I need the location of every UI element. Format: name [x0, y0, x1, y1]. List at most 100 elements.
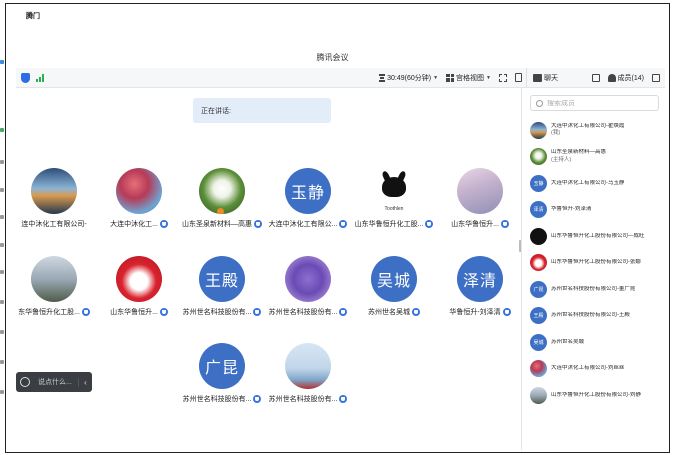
search-icon [536, 99, 543, 107]
member-role: (主持人) [551, 156, 572, 163]
participant-avatar [285, 343, 331, 389]
member-search-input[interactable] [547, 99, 647, 107]
chat-input-placeholder[interactable]: 说点什么... [38, 377, 78, 387]
participant-tile[interactable]: Toothlen 山东华鲁恒升化工股... [352, 168, 436, 229]
dragon-image [382, 177, 406, 197]
network-signal-icon[interactable] [36, 73, 44, 82]
participant-tile[interactable]: 大连中沐化工... [97, 168, 181, 229]
view-switch-button[interactable]: 宫格视图 ▼ [446, 73, 491, 83]
verified-shield-icon [253, 395, 262, 403]
participant-name: 东华鲁恒升化工股... [18, 309, 80, 316]
meeting-toolbar: 30:49(60分钟) ▼ 宫格视图 ▼ 聊天 成员(14) [16, 68, 665, 88]
participant-name: 大连中沐化工有限公... [268, 221, 338, 228]
member-name: 苏州世名科技股份有限公司-王殿 [551, 312, 630, 319]
speaking-indicator: 正在讲话: [193, 98, 331, 123]
member-row[interactable]: 吴城 苏州世名吴城 [522, 329, 665, 356]
hourglass-icon [379, 73, 386, 82]
member-row[interactable]: 山东华鲁恒升化工股份有限公司—成旺 [522, 223, 665, 250]
member-avatar [530, 121, 547, 139]
participant-name-row: 山东华鲁恒升化工股... [352, 219, 436, 229]
popout-members-icon[interactable] [652, 73, 660, 82]
member-search[interactable] [530, 95, 659, 111]
participant-avatar: 泽清 [457, 256, 503, 302]
participant-tile[interactable]: 泽清华鲁恒升-刘泽清 [438, 256, 522, 317]
participant-tile[interactable]: 王殿 苏州世名科技股份有... [180, 256, 264, 317]
member-name: 华鲁恒升-刘泽清 [551, 206, 592, 213]
participant-tile[interactable]: 吴城 苏州世名吴城 [352, 256, 436, 317]
view-label: 宫格视图 [456, 74, 485, 82]
participant-avatar [116, 256, 162, 302]
verified-shield-icon [502, 308, 511, 316]
member-row[interactable]: 广昆 苏州世名科技股份有限公司-董广昆 [522, 276, 665, 303]
participant-tile[interactable]: 东华鲁恒升化工股... [12, 256, 96, 317]
meeting-timer[interactable]: 30:49(60分钟) ▼ [379, 73, 438, 83]
participant-avatar: Toothlen [371, 168, 417, 214]
member-row[interactable]: 山东圣泉新材料—高惠 (主持人) [522, 144, 665, 171]
member-row[interactable]: 泽清 华鲁恒升-刘泽清 [522, 197, 665, 224]
participant-name-row: 苏州世名科技股份有... [266, 394, 350, 404]
member-info: 苏州世名科技股份有限公司-王殿 [551, 312, 630, 319]
speaking-label: 正在讲话: [201, 107, 231, 115]
member-avatar [530, 227, 547, 245]
participant-name: 苏州世名吴城 [368, 309, 410, 316]
verified-shield-icon [159, 220, 168, 228]
side-panel-icon[interactable] [515, 73, 522, 82]
participant-tile[interactable]: 山东华鲁恒升... [438, 168, 522, 229]
participant-avatar [285, 256, 331, 302]
participant-tile[interactable]: 山东华鲁恒升... [97, 256, 181, 317]
members-tab[interactable]: 成员(14) [607, 73, 644, 83]
popout-chat-icon[interactable] [591, 73, 600, 82]
host-badge-icon [217, 208, 224, 214]
participant-name-row: 山东圣泉新材料—高惠 [180, 219, 264, 229]
participant-avatar: 广昆 [199, 343, 245, 389]
participant-tile[interactable]: 广昆 苏州世名科技股份有... [180, 343, 264, 404]
participant-name: 山东华鲁恒升... [110, 309, 158, 316]
participant-name-row: 东华鲁恒升化工股... [12, 307, 96, 317]
participant-name-row: 华鲁恒升-刘泽清 [438, 307, 522, 317]
member-row[interactable]: 大连中沐化工有限公司-翟焕霞 (我) [522, 117, 665, 144]
chat-input-bubble[interactable]: 说点什么... ‹ [16, 372, 92, 392]
member-row[interactable]: 王殿 苏州世名科技股份有限公司-王殿 [522, 303, 665, 330]
members-label: 成员(14) [617, 74, 644, 82]
chevron-down-icon: ▼ [433, 74, 439, 81]
member-row[interactable]: 玉静 大连中沐化工有限公司-马玉静 [522, 170, 665, 197]
member-name: 山东华鲁恒升化工股份有限公司—成旺 [551, 232, 645, 239]
member-row[interactable]: 山东华鲁恒升化工股份有限公司-刘静 [522, 382, 665, 409]
member-name: 苏州世名吴城 [551, 338, 585, 345]
fullscreen-icon[interactable] [499, 73, 507, 82]
participant-tile[interactable]: 山东圣泉新材料—高惠 [180, 168, 264, 229]
participant-avatar [116, 168, 162, 214]
participant-avatar [31, 256, 77, 302]
participant-tile[interactable]: 苏州世名科技股份有... [266, 256, 350, 317]
member-avatar: 泽清 [530, 201, 547, 219]
member-avatar: 王殿 [530, 307, 547, 325]
member-info: 大连中沐化工有限公司-翟焕霞 (我) [551, 123, 624, 138]
participant-name-row: 山东华鲁恒升... [438, 219, 522, 229]
member-avatar [530, 148, 547, 166]
verified-shield-icon [500, 220, 509, 228]
outer-app-label: 腾门 [26, 13, 40, 20]
verified-shield-icon [253, 308, 262, 316]
member-row[interactable]: 山东华鲁恒升化工股份有限公司-张娜 [522, 250, 665, 277]
collapse-icon[interactable]: ‹ [78, 377, 92, 387]
verified-shield-icon [412, 308, 420, 316]
participant-name-row: 苏州世名吴城 [352, 307, 436, 317]
verified-shield-icon [339, 220, 348, 228]
security-shield-icon[interactable] [21, 72, 30, 83]
member-role: (我) [551, 130, 561, 137]
grid-view-icon [446, 73, 455, 82]
member-name: 苏州世名科技股份有限公司-董广昆 [551, 285, 636, 292]
participant-name: 连中沐化工有限公司- [21, 221, 87, 228]
emoji-icon[interactable] [20, 377, 30, 387]
chat-icon [533, 73, 542, 82]
member-row[interactable]: 大连中沐化工有限公司-刘丝丝 [522, 356, 665, 383]
participant-name: 苏州世名科技股份有... [268, 309, 338, 316]
timer-text: 30:49(60分钟) [387, 74, 432, 82]
participant-name-row: 大连中沐化工有限公... [266, 219, 350, 229]
participant-name: 苏州世名科技股份有... [182, 309, 252, 316]
participant-tile[interactable]: 玉静 大连中沐化工有限公... [266, 168, 350, 229]
participant-name-row: 苏州世名科技股份有... [180, 307, 264, 317]
chat-tab[interactable]: 聊天 [533, 73, 558, 83]
participant-tile[interactable]: 连中沐化工有限公司- [12, 168, 96, 229]
participant-tile[interactable]: 苏州世名科技股份有... [266, 343, 350, 404]
